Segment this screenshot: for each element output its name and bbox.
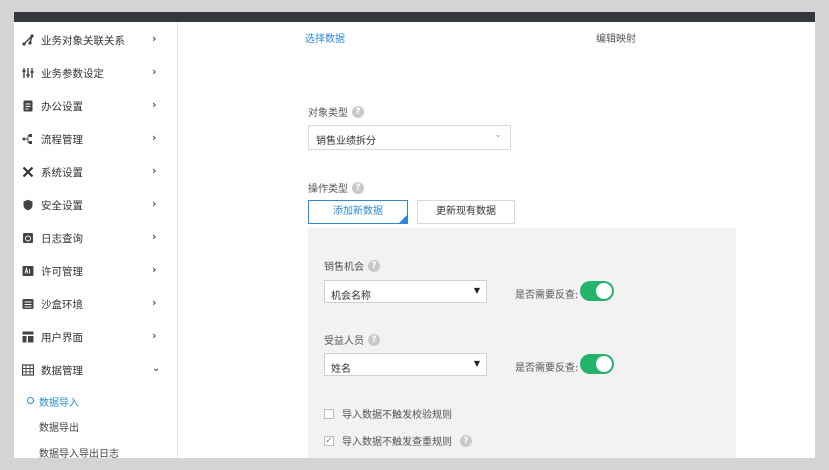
log-icon [22,232,34,244]
flow-icon [22,133,34,145]
object-type-select[interactable]: 销售业绩拆分 ⌄ [308,125,511,150]
help-icon[interactable]: ? [352,105,364,118]
beneficiary-label-text: 受益人员 [324,336,364,347]
sidebar-item-object-relations[interactable]: 业务对象关联关系 › [14,28,178,52]
chevron-right-icon: › [152,98,157,111]
step-edit-mapping[interactable]: 编辑映射 [596,30,636,45]
share-icon [22,34,34,46]
sidebar-item-label: 流程管理 [41,134,83,146]
skip-validation-row: 导入数据不触发校验规则 [324,406,452,421]
sandbox-icon [22,298,34,310]
object-type-value: 销售业绩拆分 [316,136,376,147]
chevron-right-icon: › [152,197,157,210]
chevron-right-icon: › [152,131,157,144]
app-window: 业务对象关联关系 › 业务参数设定 › 办公设置 › 流程管理 › 系统设置 ›… [14,12,815,458]
sidebar-item-label: 系统设置 [41,167,83,179]
skip-validation-label: 导入数据不触发校验规则 [342,410,452,421]
operation-type-label-text: 操作类型 [308,184,348,195]
help-icon[interactable]: ? [368,259,380,272]
selected-corner-icon [399,215,407,223]
sidebar-item-label: 沙盒环境 [41,299,83,311]
caret-down-icon: ▼ [473,286,480,295]
beneficiary-label: 受益人员 ? [324,332,380,347]
step-select-data[interactable]: 选择数据 [305,30,345,45]
opportunity-label: 销售机会 ? [324,258,380,273]
sidebar-item-license[interactable]: 许可管理 › [14,259,178,283]
help-icon[interactable]: ? [368,333,380,346]
reverse-check-toggle-opportunity[interactable] [580,281,614,301]
chevron-right-icon: › [152,296,157,309]
help-icon[interactable]: ? [352,181,364,194]
chevron-down-icon: ⌄ [152,363,161,374]
chevron-down-icon: ⌄ [494,130,502,140]
sidebar: 业务对象关联关系 › 业务参数设定 › 办公设置 › 流程管理 › 系统设置 ›… [14,22,178,458]
skip-dedup-label: 导入数据不触发查重规则 [342,437,452,448]
skip-validation-checkbox[interactable] [324,408,334,419]
caret-down-icon: ▼ [473,359,480,368]
chevron-right-icon: › [152,164,157,177]
sidebar-item-security[interactable]: 安全设置 › [14,193,178,217]
update-existing-data-button[interactable]: 更新现有数据 [417,200,515,224]
mapping-panel: 销售机会 ? 机会名称 ▼ 是否需要反查: 受益人员 ? 姓名 ▼ 是否需要反查… [308,228,736,458]
table-icon [22,364,34,376]
sidebar-item-business-params[interactable]: 业务参数设定 › [14,61,178,85]
layout-icon [22,331,34,343]
skip-dedup-row: ✓ 导入数据不触发查重规则 ? [324,433,472,448]
top-bar [14,12,815,22]
operation-type-label: 操作类型 ? [308,180,364,195]
sidebar-subitem-data-export[interactable]: 数据导出 [14,416,178,436]
reverse-check-toggle-beneficiary[interactable] [580,354,614,374]
sidebar-item-label: 业务参数设定 [41,68,104,80]
sidebar-item-label: 安全设置 [41,200,83,212]
sidebar-item-system-settings[interactable]: 系统设置 › [14,160,178,184]
object-type-label: 对象类型 ? [308,104,364,119]
chevron-right-icon: › [152,263,157,276]
add-new-data-label: 添加新数据 [333,206,383,217]
sidebar-item-label: 用户界面 [41,332,83,344]
sidebar-subitem-label: 数据导入 [39,398,79,409]
sidebar-item-workflow[interactable]: 流程管理 › [14,127,178,151]
sidebar-item-office[interactable]: 办公设置 › [14,94,178,118]
license-icon [22,265,34,277]
document-icon [22,100,34,112]
toggle-knob [596,356,612,372]
opportunity-field-select[interactable]: 机会名称 ▼ [324,280,487,303]
sidebar-item-user-interface[interactable]: 用户界面 › [14,325,178,349]
sidebar-subitem-import-export-log[interactable]: 数据导入导出日志 [14,442,178,458]
reverse-check-label: 是否需要反查: [515,363,579,374]
update-existing-data-label: 更新现有数据 [436,206,496,217]
active-dot-icon [27,397,34,404]
help-icon[interactable]: ? [460,434,472,447]
sidebar-subitem-label: 数据导入导出日志 [39,449,119,458]
sidebar-item-label: 数据管理 [41,365,83,377]
opportunity-label-text: 销售机会 [324,262,364,273]
sidebar-item-label: 日志查询 [41,233,83,245]
sidebar-subitem-label: 数据导出 [39,423,79,434]
sidebar-subitem-data-import[interactable]: 数据导入 [14,391,178,411]
sliders-icon [22,67,34,79]
sidebar-item-label: 许可管理 [41,266,83,278]
sidebar-item-label: 业务对象关联关系 [41,35,125,47]
object-type-label-text: 对象类型 [308,108,348,119]
opportunity-field-value: 机会名称 [331,291,371,302]
add-new-data-button[interactable]: 添加新数据 [308,200,408,224]
tools-icon [22,166,34,178]
sidebar-item-logs[interactable]: 日志查询 › [14,226,178,250]
chevron-right-icon: › [152,32,157,45]
beneficiary-field-select[interactable]: 姓名 ▼ [324,353,487,376]
toggle-knob [596,283,612,299]
reverse-check-label: 是否需要反查: [515,290,579,301]
shield-icon [22,199,34,211]
chevron-right-icon: › [152,230,157,243]
chevron-right-icon: › [152,65,157,78]
chevron-right-icon: › [152,329,157,342]
sidebar-item-label: 办公设置 [41,101,83,113]
skip-dedup-checkbox[interactable]: ✓ [324,435,334,446]
beneficiary-field-value: 姓名 [331,364,351,375]
sidebar-item-data-management[interactable]: 数据管理 ⌄ [14,358,178,382]
sidebar-item-sandbox[interactable]: 沙盒环境 › [14,292,178,316]
